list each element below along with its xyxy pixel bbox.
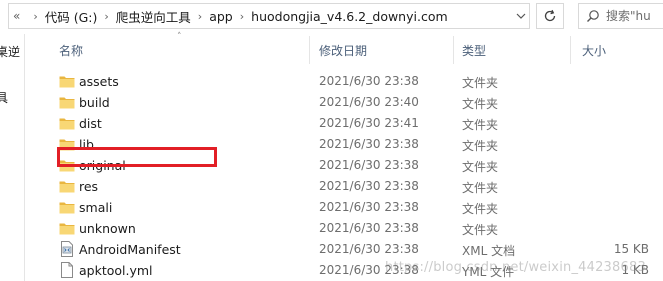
file-type: 文件夹 [462,181,499,195]
file-name: dist [79,116,102,131]
column-header-type[interactable]: 类型 [462,42,486,59]
column-header-row: ˄ 名称 修改日期 类型 大小 [25,32,663,66]
folder-icon [59,95,75,109]
file-modified-date: 2021/6/30 23:40 [319,95,419,109]
highlight-annotation-box [57,147,217,167]
file-name: build [79,95,110,110]
column-header-date[interactable]: 修改日期 [319,42,367,59]
column-separator[interactable] [309,36,310,64]
file-name: assets [79,74,119,89]
file-icon [59,262,75,278]
file-row[interactable]: build 2021/6/30 23:40 文件夹 [25,92,663,113]
watermark: https://blog.csdn.net/weixin_44238683 [385,260,646,275]
file-type: 文件夹 [462,139,499,153]
folder-icon [59,221,75,235]
breadcrumb-overflow[interactable]: « [13,9,20,23]
column-separator[interactable] [453,36,454,64]
folder-icon [59,74,75,88]
file-type: 文件夹 [462,97,499,111]
address-bar[interactable]: « › 代码 (G:) › 爬虫逆向工具 › app › huodongjia_… [8,3,530,29]
search-box[interactable] [578,3,663,29]
refresh-button[interactable] [536,3,564,29]
file-name: unknown [79,221,136,236]
folder-icon [59,179,75,193]
navigation-pane[interactable]: 桌逆 具 [0,34,22,281]
file-name: apktool.yml [79,263,153,278]
folder-icon [59,116,75,130]
sort-ascending-icon: ˄ [177,32,182,42]
chevron-down-icon [516,13,526,19]
chevron-right-icon[interactable]: › [198,10,202,23]
column-header-name[interactable]: 名称 [59,42,83,59]
file-size: 15 KB [613,242,649,256]
file-type: 文件夹 [462,118,499,132]
file-row[interactable]: assets 2021/6/30 23:38 文件夹 [25,71,663,92]
chevron-right-icon[interactable]: › [240,10,244,23]
file-row[interactable]: AndroidManifest 2021/6/30 23:38 XML 文档 15 K… [25,239,663,260]
address-bar-area: « › 代码 (G:) › 爬虫逆向工具 › app › huodongjia_… [0,0,663,34]
folder-icon [59,200,75,214]
file-row[interactable]: smali 2021/6/30 23:38 文件夹 [25,197,663,218]
file-modified-date: 2021/6/30 23:38 [319,242,419,256]
file-name: smali [79,200,113,215]
file-row[interactable]: dist 2021/6/30 23:41 文件夹 [25,113,663,134]
file-modified-date: 2021/6/30 23:38 [319,200,419,214]
file-modified-date: 2021/6/30 23:38 [319,137,419,151]
column-separator[interactable] [570,36,571,64]
breadcrumb-current[interactable]: huodongjia_v4.6.2_downyi.com [251,9,448,24]
address-history-dropdown[interactable] [511,4,531,28]
search-input[interactable] [606,9,663,23]
file-name: res [79,179,99,194]
nav-item-tools[interactable]: 具 [0,89,8,106]
breadcrumb-app[interactable]: app [209,9,233,24]
file-type: 文件夹 [462,76,499,90]
breadcrumb-drive[interactable]: 代码 (G:) [45,7,98,26]
chevron-right-icon[interactable]: › [33,10,37,23]
breadcrumb: « › 代码 (G:) › 爬虫逆向工具 › app › huodongjia_… [13,4,448,28]
search-icon [587,10,599,22]
file-row[interactable]: unknown 2021/6/30 23:38 文件夹 [25,218,663,239]
xml-file-icon [59,241,75,257]
file-row[interactable]: res 2021/6/30 23:38 文件夹 [25,176,663,197]
column-header-size[interactable]: 大小 [582,42,606,59]
file-type: XML 文档 [462,244,516,258]
file-type: 文件夹 [462,160,499,174]
file-modified-date: 2021/6/30 23:38 [319,221,419,235]
file-modified-date: 2021/6/30 23:38 [319,179,419,193]
file-list: ˄ 名称 修改日期 类型 大小 assets 2021/6/30 23:38 文件夹… [25,32,663,281]
file-modified-date: 2021/6/30 23:38 [319,74,419,88]
refresh-icon [544,9,556,22]
file-name: AndroidManifest [79,242,181,257]
file-type: 文件夹 [462,223,499,237]
breadcrumb-tools[interactable]: 爬虫逆向工具 [116,7,191,26]
file-modified-date: 2021/6/30 23:38 [319,158,419,172]
nav-item-desktop[interactable]: 桌逆 [0,43,20,60]
file-modified-date: 2021/6/30 23:41 [319,116,419,130]
chevron-right-icon[interactable]: › [104,10,108,23]
file-type: 文件夹 [462,202,499,216]
